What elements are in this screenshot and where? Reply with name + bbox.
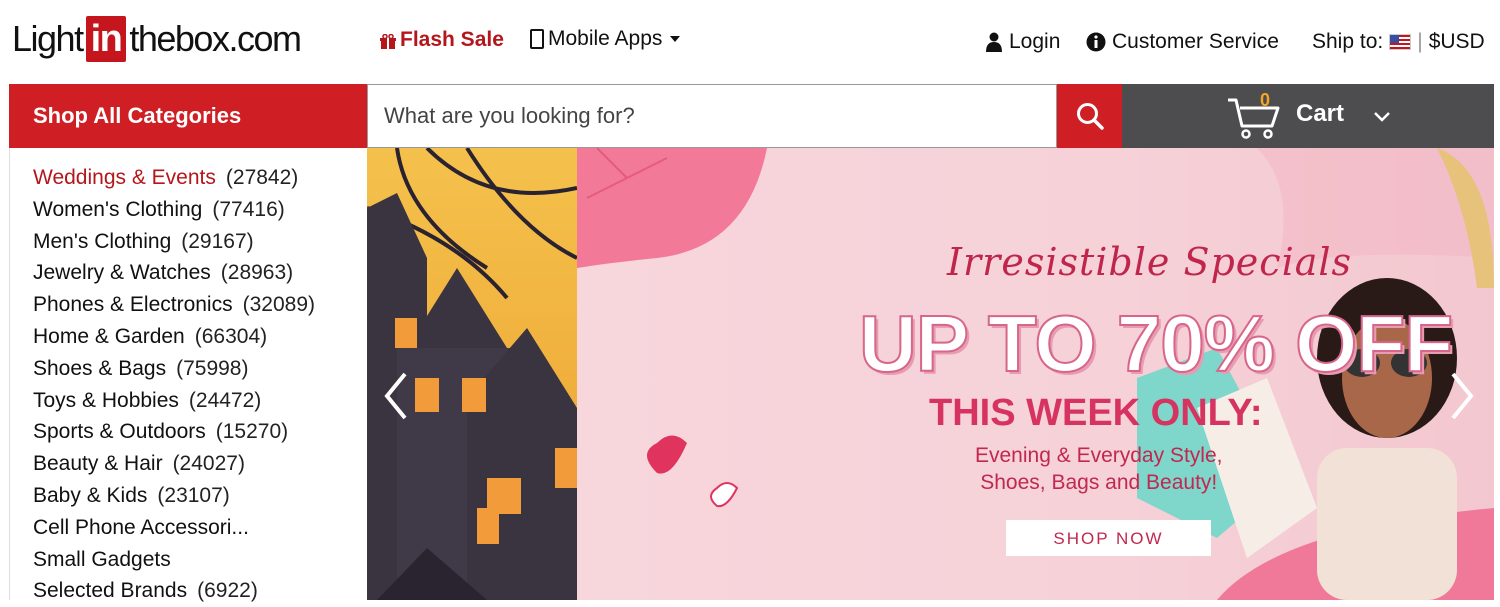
cart-button[interactable]: 0 Cart xyxy=(1122,84,1494,148)
category-item[interactable]: Home & Garden (66304) xyxy=(33,321,368,353)
category-name: Sports & Outdoors xyxy=(33,420,206,444)
category-item[interactable]: Phones & Electronics (32089) xyxy=(33,289,368,321)
category-menu: Weddings & Events (27842) Women's Clothing… xyxy=(9,148,368,602)
divider: | xyxy=(1417,30,1423,53)
shop-all-categories-button[interactable]: Shop All Categories xyxy=(9,84,367,148)
banner-headline: UP TO 70% OFF xyxy=(858,298,1454,389)
category-count: (29167) xyxy=(181,229,254,253)
category-item[interactable]: Shoes & Bags (75998) xyxy=(33,353,368,385)
category-item[interactable]: Beauty & Hair (24027) xyxy=(33,448,368,480)
search-icon xyxy=(1076,103,1104,130)
customer-service-link[interactable]: Customer Service xyxy=(1086,30,1279,54)
currency-label: $USD xyxy=(1428,30,1485,53)
cart-label: Cart xyxy=(1296,100,1345,127)
arrow-left-icon[interactable] xyxy=(381,368,411,424)
login-label: Login xyxy=(1009,30,1061,53)
user-icon xyxy=(986,32,1002,52)
category-name: Jewelry & Watches xyxy=(33,261,211,285)
category-name: Beauty & Hair xyxy=(33,452,163,476)
banner-week-only: THIS WEEK ONLY: xyxy=(929,392,1263,434)
chevron-down-icon xyxy=(1374,112,1390,122)
category-item[interactable]: Small Gadgets xyxy=(33,544,368,576)
banner-subtitle: Evening & Everyday Style, Shoes, Bags an… xyxy=(975,442,1222,496)
search-button[interactable] xyxy=(1057,84,1122,148)
banner-script-title: Irresistible Specials xyxy=(947,240,1353,284)
category-count: (6922) xyxy=(197,579,258,603)
banner-subtitle-line1: Evening & Everyday Style, xyxy=(975,444,1223,467)
category-name: Phones & Electronics xyxy=(33,293,233,317)
category-name: Toys & Hobbies xyxy=(33,388,179,412)
us-flag-icon xyxy=(1389,34,1412,50)
category-count: (27842) xyxy=(225,166,299,189)
category-count: (24472) xyxy=(188,388,262,412)
shop-now-button[interactable]: SHOP NOW xyxy=(1006,520,1211,556)
logo-text-light: Light xyxy=(12,18,84,59)
promo-slide: Irresistible Specials UP TO 70% OFF THIS… xyxy=(577,148,1494,600)
category-item[interactable]: Cell Phone Accessori... xyxy=(33,512,368,544)
category-list: Weddings & Events (27842) Women's Clothing… xyxy=(10,148,368,607)
phone-icon xyxy=(530,29,544,49)
category-item[interactable]: Baby & Kids (23107) xyxy=(33,480,368,512)
info-icon xyxy=(1086,32,1106,52)
gift-icon xyxy=(380,32,396,49)
login-link[interactable]: Login xyxy=(985,30,1060,54)
category-count: (28963) xyxy=(220,261,294,285)
flash-sale-link[interactable]: Flash Sale xyxy=(380,28,504,52)
chevron-down-icon xyxy=(670,36,681,42)
category-count: (77416) xyxy=(212,197,285,221)
category-count: (32089) xyxy=(242,293,315,317)
category-name: Men's Clothing xyxy=(33,229,172,253)
category-count: (24027) xyxy=(172,452,245,476)
search-box xyxy=(367,84,1057,148)
category-item[interactable]: Women's Clothing (77416) xyxy=(33,194,368,226)
top-header: Light in thebox.com Flash Sale Mobile Apps… xyxy=(0,0,1500,84)
category-name: Women's Clothing xyxy=(33,197,203,221)
category-item[interactable]: Men's Clothing (29167) xyxy=(33,226,368,258)
category-name: Baby & Kids xyxy=(33,483,148,507)
customer-service-label: Customer Service xyxy=(1112,30,1279,53)
site-logo[interactable]: Light in thebox.com xyxy=(12,14,302,64)
category-count: (66304) xyxy=(194,324,268,348)
mobile-apps-dropdown[interactable]: Mobile Apps xyxy=(530,27,681,51)
halloween-slide-image xyxy=(367,148,577,600)
ship-to-label: Ship to: xyxy=(1312,30,1384,53)
category-name: Selected Brands xyxy=(33,579,188,603)
category-name: Small Gadgets xyxy=(33,547,171,571)
logo-text-in: in xyxy=(85,16,127,62)
category-name: Home & Garden xyxy=(33,324,185,348)
nav-bar: Shop All Categories 0 Cart xyxy=(9,84,1494,148)
category-name: Weddings & Events xyxy=(33,166,216,189)
cart-count: 0 xyxy=(1260,90,1271,110)
category-count: (15270) xyxy=(215,420,289,444)
category-count: (75998) xyxy=(176,356,249,380)
banner-subtitle-line2: Shoes, Bags and Beauty! xyxy=(980,471,1218,494)
flash-sale-label: Flash Sale xyxy=(400,28,504,51)
category-name: Cell Phone Accessori... xyxy=(33,515,249,539)
hero-banner[interactable]: Irresistible Specials UP TO 70% OFF THIS… xyxy=(367,148,1494,600)
category-name: Shoes & Bags xyxy=(33,356,167,380)
cart-icon xyxy=(1228,98,1280,139)
category-item[interactable]: Selected Brands (6922) xyxy=(33,575,368,607)
category-item[interactable]: Weddings & Events (27842) xyxy=(33,162,368,194)
category-item[interactable]: Toys & Hobbies (24472) xyxy=(33,385,368,417)
category-item[interactable]: Sports & Outdoors (15270) xyxy=(33,416,368,448)
ship-to-selector[interactable]: Ship to: | $USD xyxy=(1312,30,1485,54)
search-input[interactable] xyxy=(368,85,1056,147)
mobile-apps-label: Mobile Apps xyxy=(548,27,663,50)
logo-text-thebox: thebox.com xyxy=(129,18,302,59)
arrow-right-icon[interactable] xyxy=(1447,368,1477,424)
category-item[interactable]: Jewelry & Watches (28963) xyxy=(33,257,368,289)
category-count: (23107) xyxy=(157,483,230,507)
